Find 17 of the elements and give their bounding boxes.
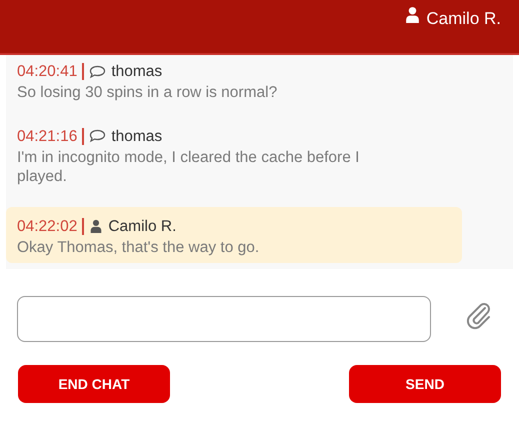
message-time: 04:21:16 (17, 126, 78, 147)
message-time: 04:22:02 (17, 216, 78, 237)
author-name: Camilo R. (108, 216, 176, 237)
person-icon (404, 6, 422, 23)
end-chat-button[interactable]: END CHAT (18, 365, 170, 403)
author-name: thomas (111, 126, 162, 147)
message-text: I'm in incognito mode, I cleared the cache before I played. (17, 148, 360, 187)
send-button[interactable]: SEND (349, 365, 501, 403)
message-text: Okay Thomas, that's the way to go. (17, 238, 260, 258)
author-name: thomas (111, 62, 162, 82)
chat-bubble-icon (89, 64, 106, 79)
message-input[interactable] (17, 296, 431, 342)
message-text: So losing 30 spins in a row is normal? (17, 83, 278, 103)
user-name: Camilo R. (426, 8, 501, 30)
message-time: 04:20:41 (17, 62, 78, 82)
chat-bubble-icon (89, 129, 106, 144)
person-icon (89, 219, 104, 234)
